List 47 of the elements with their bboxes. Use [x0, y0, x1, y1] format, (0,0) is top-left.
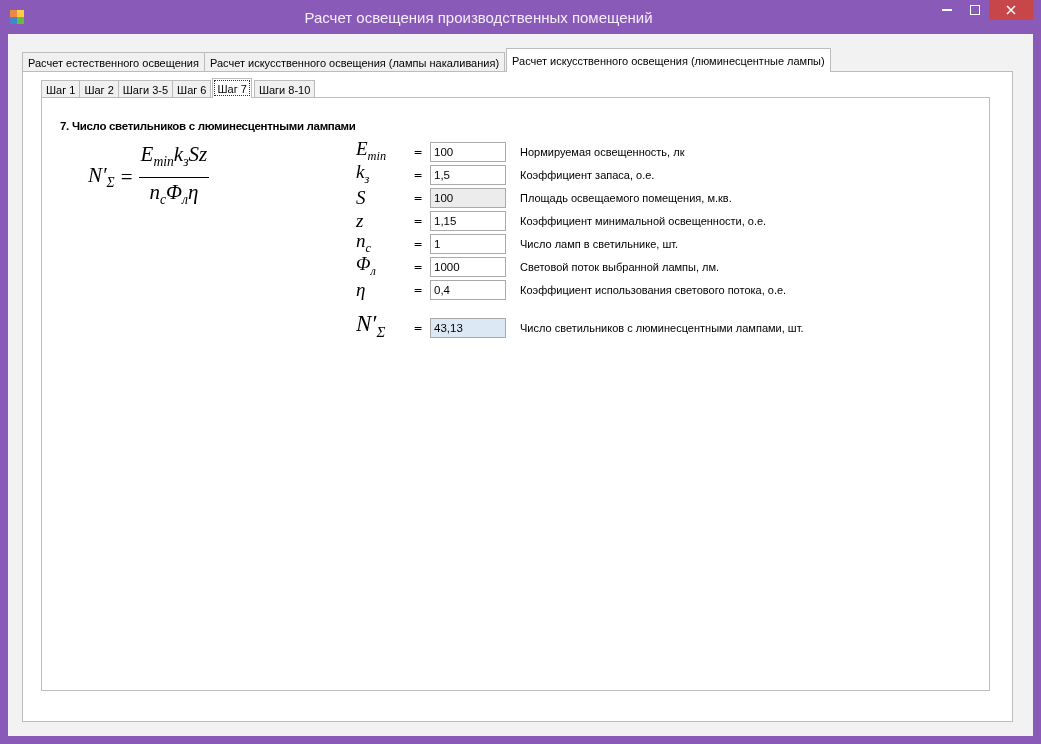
output-field[interactable]: 43,13	[430, 318, 506, 338]
tab[interactable]: Расчет естественного освещения	[22, 52, 205, 72]
field-label: Световой поток выбранной лампы, лм.	[520, 261, 720, 273]
output-field[interactable]: 100	[430, 188, 506, 208]
input-field[interactable]: 0,4	[430, 280, 506, 300]
tab[interactable]: Расчет искусственного освещения (лампы накаливания)	[203, 52, 506, 72]
tab[interactable]: Шаг 1	[41, 80, 81, 98]
field-label: Коэффициент использования светового потока, о.е.	[520, 284, 787, 296]
field-label: Площадь освещаемого помещения, м.кв.	[520, 192, 732, 204]
symbol: z	[355, 211, 365, 231]
section-title: 7. Число светильников с люминесцентными лампами	[60, 120, 357, 132]
equals-sign: =	[412, 214, 424, 228]
minimize-icon	[942, 9, 952, 11]
input-field[interactable]: 1	[430, 234, 506, 254]
window-title: Расчет освещения производственных помещений	[303, 8, 654, 26]
field-label: Число светильников с люминесцентными лампами, шт.	[520, 322, 804, 334]
symbol: η	[355, 280, 367, 300]
equals-sign: =	[412, 191, 424, 205]
formula-denominator: n$_{c}$Φ$_{л}$η	[149, 178, 199, 209]
input-field[interactable]: 1,5	[430, 165, 506, 185]
maximize-icon	[970, 5, 980, 15]
input-field[interactable]: 100	[430, 142, 506, 162]
tab[interactable]: Шаг 2	[79, 80, 119, 98]
equals-sign: =	[412, 145, 424, 159]
field-label: Коэффициент минимальной освещенности, о.е.	[520, 215, 767, 227]
equals-sign: =	[412, 321, 424, 335]
input-field[interactable]: 1000	[430, 257, 506, 277]
field-label: Коэффициент запаса, о.е.	[520, 169, 655, 181]
tab[interactable]: Шаг 7	[212, 78, 252, 98]
symbol: N′$_{Σ}$	[355, 314, 387, 342]
equals-sign: =	[412, 260, 424, 274]
equals-sign: =	[412, 283, 424, 297]
tab[interactable]: Шаги 8-10	[253, 80, 316, 98]
equals-sign: =	[412, 168, 424, 182]
field-label: Нормируемая освещенность, лк	[520, 146, 685, 158]
equals-sign: =	[412, 237, 424, 251]
formula-numerator: E$_{min}$k$_{з}$Sz	[138, 140, 210, 178]
field-label: Число ламп в светильнике, шт.	[520, 238, 679, 250]
input-field[interactable]: 1,15	[430, 211, 506, 231]
tab[interactable]: Шаг 6	[172, 80, 212, 98]
app-icon	[10, 10, 24, 24]
tab[interactable]: Расчет искусственного освещения (люминесцентные лампы)	[506, 48, 831, 72]
tab[interactable]: Шаги 3-5	[117, 80, 174, 98]
symbol: S	[355, 188, 367, 208]
close-icon	[1006, 5, 1016, 15]
formula-left: N′$_{Σ}$	[88, 162, 115, 192]
equals-sign: =	[120, 164, 133, 190]
